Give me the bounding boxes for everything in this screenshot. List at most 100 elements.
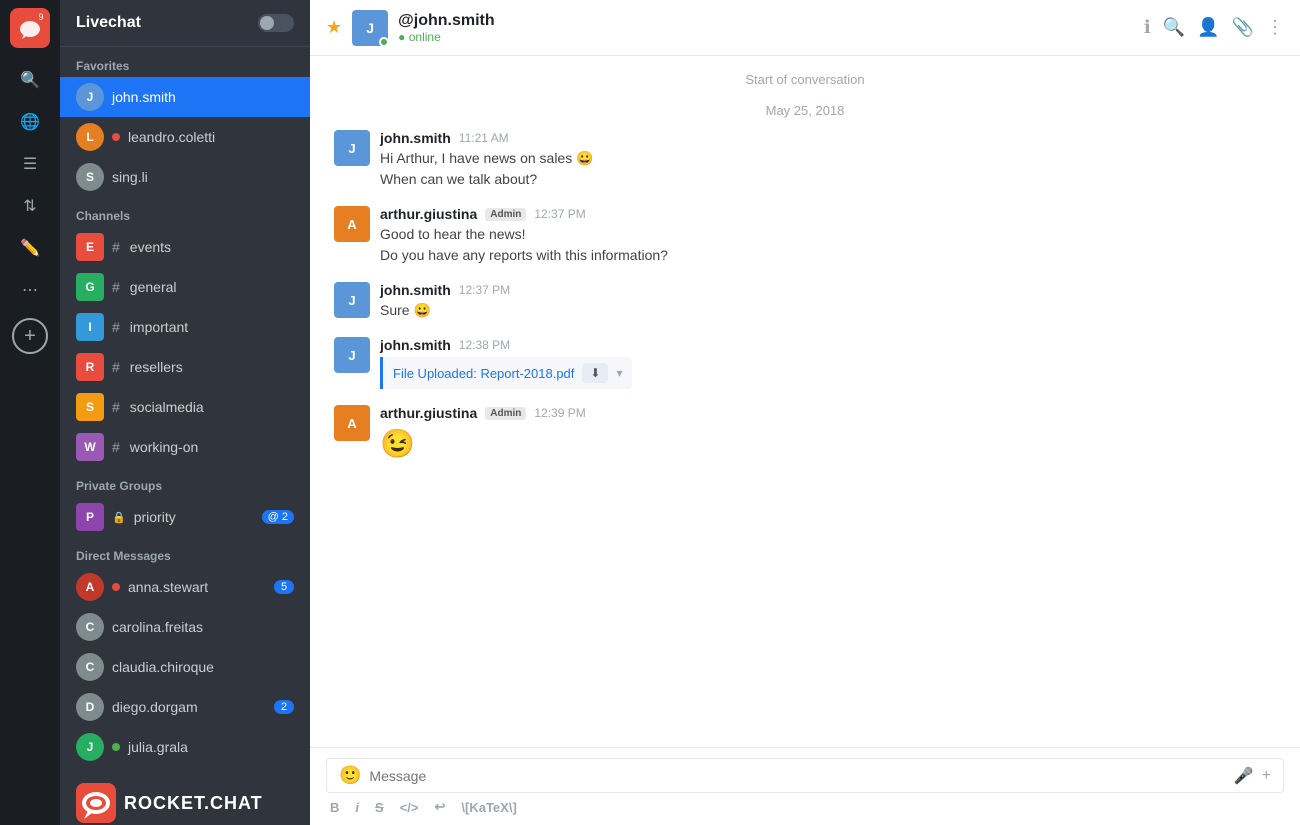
list-icon[interactable]: ☰ (12, 146, 48, 182)
emoji-button[interactable]: 🙂 (339, 765, 361, 786)
livechat-toggle[interactable] (258, 14, 294, 32)
msg-author: john.smith (380, 337, 451, 353)
channels-label: Channels (60, 197, 310, 227)
avatar-john-smith: J (76, 83, 104, 111)
sidebar-item-label: important (130, 319, 188, 335)
channel-hash: # (112, 319, 120, 335)
sidebar-item-resellers[interactable]: R # resellers (60, 347, 310, 387)
avatar-letter: J (366, 20, 374, 36)
conversation-start-label: Start of conversation (334, 72, 1276, 87)
sidebar-item-diego[interactable]: D diego.dorgam 2 (60, 687, 310, 727)
date-separator: May 25, 2018 (334, 103, 1276, 118)
sidebar-item-sing[interactable]: S sing.li (60, 157, 310, 197)
lock-icon: 🔒 (112, 511, 126, 524)
sidebar-item-julia[interactable]: J julia.grala (60, 727, 310, 767)
status-leandro (112, 133, 120, 141)
msg-header: john.smith 12:37 PM (380, 282, 1276, 298)
sidebar-item-anna[interactable]: A anna.stewart 5 (60, 567, 310, 607)
direct-messages-label: Direct Messages (60, 537, 310, 567)
priority-badge: @ 2 (262, 510, 294, 524)
sidebar-item-label: julia.grala (128, 739, 188, 755)
toggle-thumb (260, 16, 274, 30)
msg-avatar-arthur1: A (334, 206, 370, 242)
msg-content-john2: john.smith 12:37 PM Sure 😀 (380, 282, 1276, 321)
channel-hash: # (112, 399, 120, 415)
avatar-anna: A (76, 573, 104, 601)
status-anna (112, 583, 120, 591)
avatar-working-on: W (76, 433, 104, 461)
sidebar-item-label: resellers (130, 359, 183, 375)
microphone-icon[interactable]: 🎤 (1234, 766, 1254, 786)
message-input[interactable] (369, 768, 1225, 784)
file-expand-button[interactable]: ▾ (616, 366, 622, 380)
search-icon[interactable]: 🔍 (12, 62, 48, 98)
sidebar-item-priority[interactable]: P 🔒 priority @ 2 (60, 497, 310, 537)
msg-content-arthur1: arthur.giustina Admin 12:37 PM Good to h… (380, 206, 1276, 266)
sidebar-item-label: leandro.coletti (128, 129, 215, 145)
avatar-events: E (76, 233, 104, 261)
avatar-claudia: C (76, 653, 104, 681)
search-icon[interactable]: 🔍 (1163, 17, 1185, 38)
sidebar-item-events[interactable]: E # events (60, 227, 310, 267)
attachment-icon[interactable]: 📎 (1232, 17, 1254, 38)
message-group: J john.smith 12:38 PM File Uploaded: Rep… (334, 337, 1276, 389)
chat-header-avatar: J (352, 10, 388, 46)
sidebar-item-john-smith[interactable]: J john.smith (60, 77, 310, 117)
code-button[interactable]: </> (400, 800, 419, 815)
members-icon[interactable]: 👤 (1197, 17, 1219, 38)
app-icon[interactable]: 9 (10, 8, 50, 48)
chat-messages: Start of conversation May 25, 2018 J joh… (310, 56, 1300, 747)
info-icon[interactable]: ℹ (1144, 17, 1151, 38)
avatar-priority: P (76, 503, 104, 531)
katex-button[interactable]: \[KaTeX\] (461, 800, 516, 815)
avatar-julia: J (76, 733, 104, 761)
msg-author: arthur.giustina (380, 405, 477, 421)
sort-icon[interactable]: ⇅ (12, 188, 48, 224)
chat-area: ★ J @john.smith ● online ℹ 🔍 👤 📎 ⋮ Start… (310, 0, 1300, 825)
msg-time: 12:37 PM (534, 207, 585, 221)
sidebar-item-important[interactable]: I # important (60, 307, 310, 347)
avatar-sing: S (76, 163, 104, 191)
sidebar-item-label: socialmedia (130, 399, 204, 415)
sidebar-item-general[interactable]: G # general (60, 267, 310, 307)
sidebar-item-label: general (130, 279, 177, 295)
channel-hash: # (112, 359, 120, 375)
msg-avatar-john3: J (334, 337, 370, 373)
message-group: A arthur.giustina Admin 12:37 PM Good to… (334, 206, 1276, 266)
file-download-button[interactable]: ⬇ (582, 363, 608, 383)
msg-header: john.smith 12:38 PM (380, 337, 1276, 353)
file-name[interactable]: File Uploaded: Report-2018.pdf (393, 366, 574, 381)
add-content-icon[interactable]: + (1262, 767, 1271, 785)
star-icon[interactable]: ★ (326, 17, 342, 38)
italic-button[interactable]: i (355, 800, 359, 815)
sidebar-item-label: john.smith (112, 89, 176, 105)
sidebar-item-claudia[interactable]: C claudia.chiroque (60, 647, 310, 687)
multiline-button[interactable]: ↩ (434, 799, 445, 815)
sidebar-item-socialmedia[interactable]: S # socialmedia (60, 387, 310, 427)
header-status-dot (379, 37, 389, 47)
sidebar-header: Livechat (60, 0, 310, 47)
chat-input-area: 🙂 🎤 + B i S </> ↩ \[KaTeX\] (310, 747, 1300, 825)
kebab-icon[interactable]: ⋮ (1266, 17, 1284, 38)
sidebar-item-working-on[interactable]: W # working-on (60, 427, 310, 467)
sidebar-item-label: diego.dorgam (112, 699, 198, 715)
avatar-carolina: C (76, 613, 104, 641)
message-group: J john.smith 12:37 PM Sure 😀 (334, 282, 1276, 321)
rocket-chat-logo (76, 783, 116, 823)
msg-avatar-arthur2: A (334, 405, 370, 441)
msg-header: arthur.giustina Admin 12:39 PM (380, 405, 1276, 421)
msg-content-john3: john.smith 12:38 PM File Uploaded: Repor… (380, 337, 1276, 389)
add-button[interactable]: + (12, 318, 48, 354)
msg-avatar-john2: J (334, 282, 370, 318)
edit-icon[interactable]: ✏️ (12, 230, 48, 266)
strikethrough-button[interactable]: S (375, 800, 384, 815)
bold-button[interactable]: B (330, 800, 339, 815)
msg-time: 12:37 PM (459, 283, 510, 297)
sidebar-item-carolina[interactable]: C carolina.freitas (60, 607, 310, 647)
more-icon[interactable]: ⋯ (12, 272, 48, 308)
sidebar: Livechat Favorites J john.smith L leandr… (60, 0, 310, 825)
msg-text: Hi Arthur, I have news on sales 😀 (380, 148, 1276, 169)
sidebar-item-label: claudia.chiroque (112, 659, 214, 675)
globe-icon[interactable]: 🌐 (12, 104, 48, 140)
sidebar-item-leandro[interactable]: L leandro.coletti (60, 117, 310, 157)
